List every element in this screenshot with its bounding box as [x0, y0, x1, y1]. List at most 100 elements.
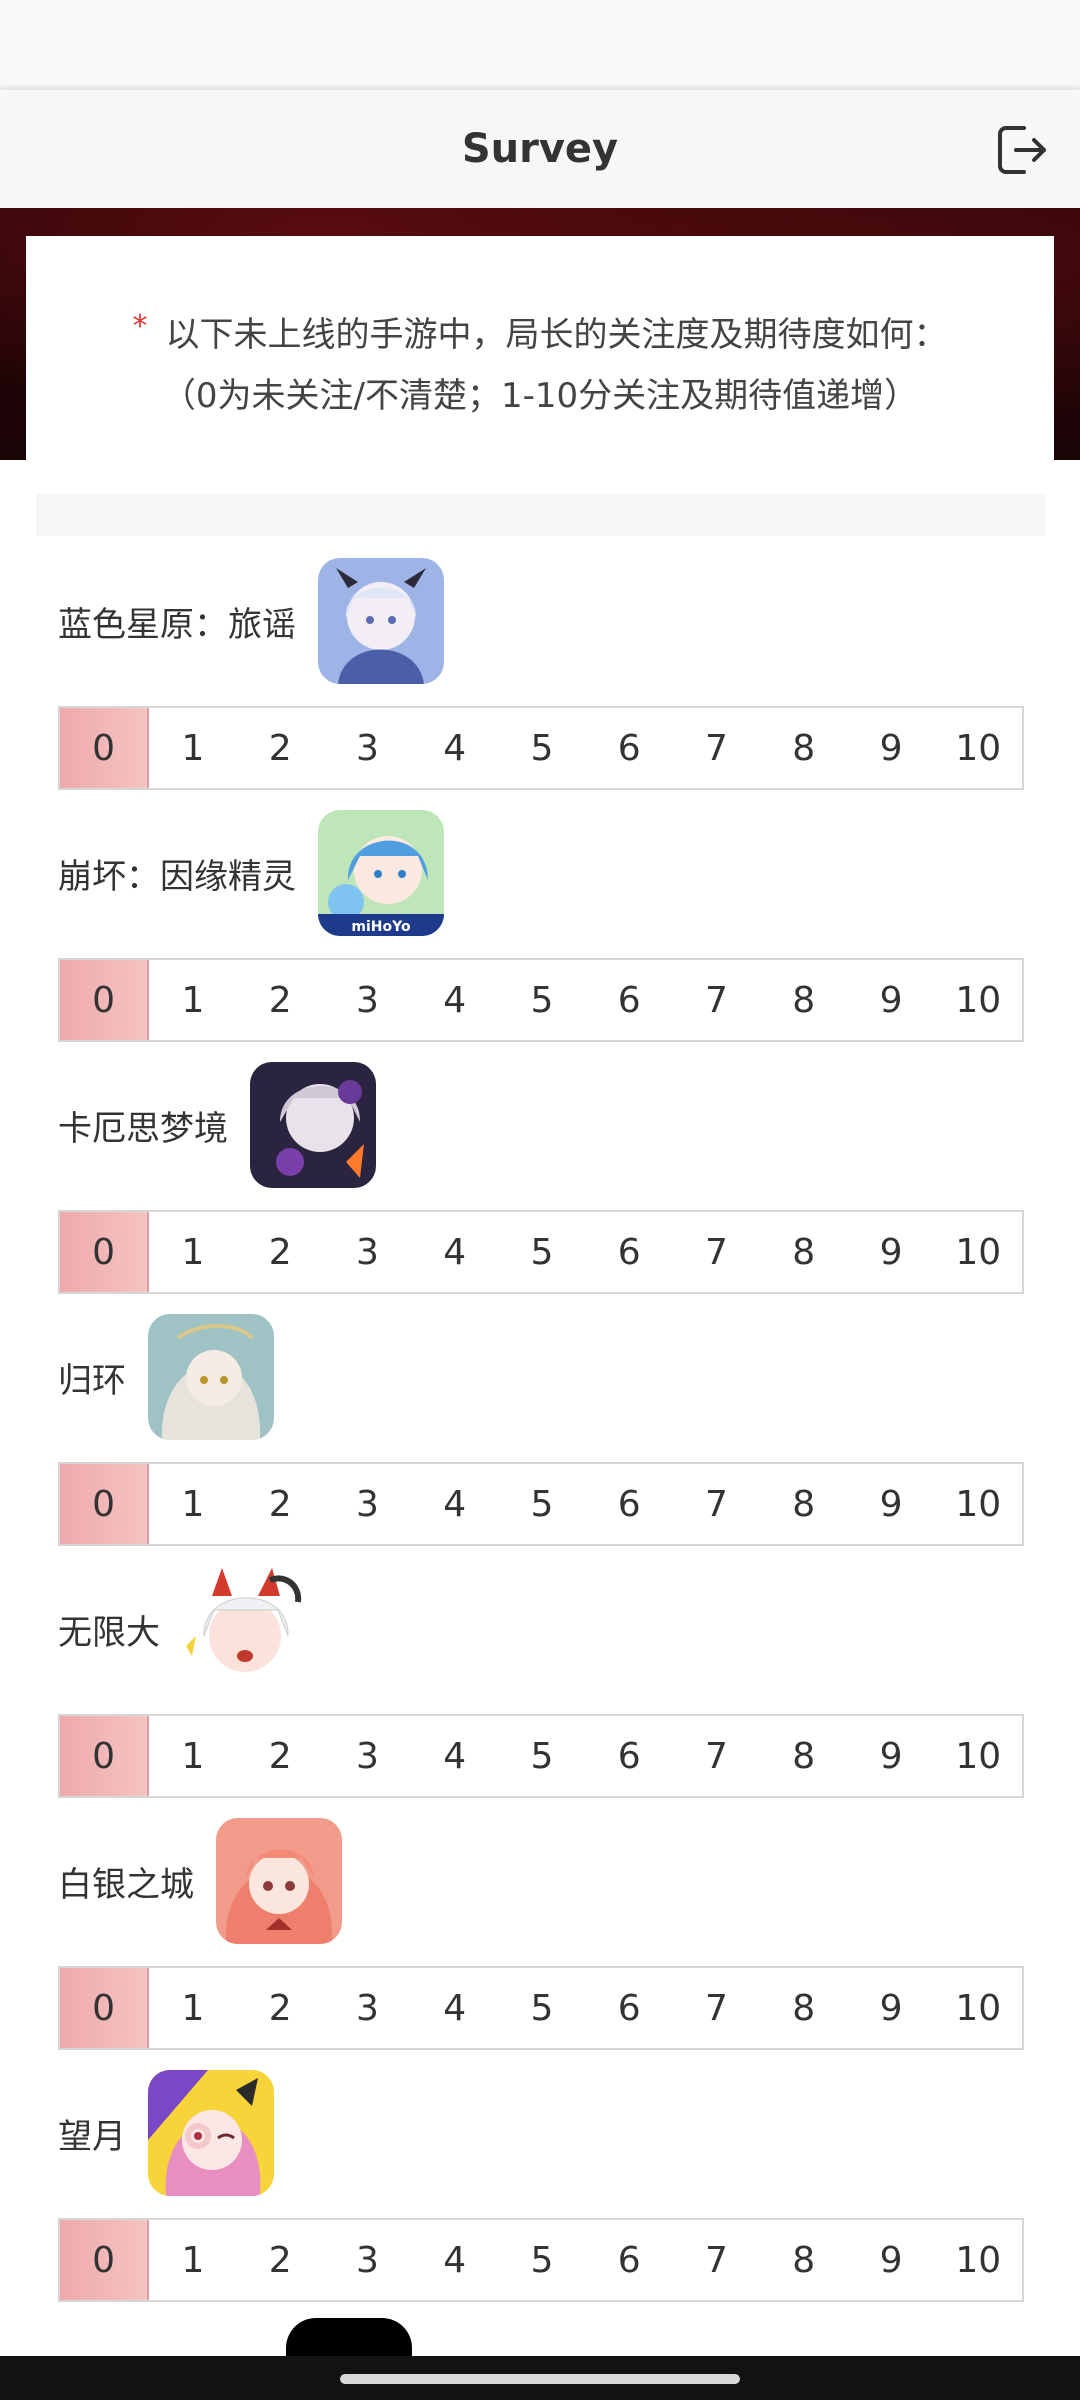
- game-row: 卡厄思梦境: [58, 1062, 376, 1188]
- rating-option-2[interactable]: 2: [237, 1212, 324, 1292]
- rating-option-7[interactable]: 7: [673, 1716, 760, 1796]
- rating-option-5[interactable]: 5: [498, 1968, 585, 2048]
- rating-option-1[interactable]: 1: [149, 1464, 236, 1544]
- rating-option-0[interactable]: 0: [60, 1716, 150, 1796]
- question-note: （0为未关注/不清楚；1-10分关注及期待值递增）: [161, 376, 919, 416]
- rating-option-5[interactable]: 5: [498, 708, 585, 788]
- rating-option-1[interactable]: 1: [149, 1716, 236, 1796]
- rating-option-8[interactable]: 8: [760, 708, 847, 788]
- rating-option-3[interactable]: 3: [324, 1464, 411, 1544]
- game-name: 崩坏：因缘精灵: [58, 856, 296, 897]
- rating-option-3[interactable]: 3: [324, 2220, 411, 2300]
- rating-option-10[interactable]: 10: [935, 708, 1022, 788]
- rating-option-7[interactable]: 7: [673, 708, 760, 788]
- rating-option-5[interactable]: 5: [498, 1212, 585, 1292]
- game-row: 崩坏：因缘精灵 miHoYo: [58, 810, 444, 936]
- rating-option-10[interactable]: 10: [935, 960, 1022, 1040]
- system-nav-bar: [0, 2356, 1080, 2400]
- rating-option-2[interactable]: 2: [237, 2220, 324, 2300]
- rating-option-6[interactable]: 6: [586, 2220, 673, 2300]
- game-name: 白银之城: [58, 1864, 194, 1905]
- rating-option-9[interactable]: 9: [847, 1212, 934, 1292]
- home-indicator[interactable]: [340, 2374, 740, 2384]
- rating-option-8[interactable]: 8: [760, 2220, 847, 2300]
- rating-option-6[interactable]: 6: [586, 1212, 673, 1292]
- rating-option-5[interactable]: 5: [498, 1464, 585, 1544]
- rating-option-0[interactable]: 0: [60, 1968, 150, 2048]
- rating-option-8[interactable]: 8: [760, 1716, 847, 1796]
- rating-option-0[interactable]: 0: [60, 1212, 150, 1292]
- rating-scale: 0 1 2 3 4 5 6 7 8 9 10: [58, 1714, 1024, 1798]
- rating-option-6[interactable]: 6: [586, 1716, 673, 1796]
- question-title: * 以下未上线的手游中，局长的关注度及期待度如何：: [62, 294, 1018, 368]
- rating-scale: 0 1 2 3 4 5 6 7 8 9 10: [58, 1462, 1024, 1546]
- rating-option-6[interactable]: 6: [586, 960, 673, 1040]
- rating-option-1[interactable]: 1: [149, 1212, 236, 1292]
- rating-option-6[interactable]: 6: [586, 708, 673, 788]
- logout-button[interactable]: [992, 120, 1052, 180]
- rating-option-3[interactable]: 3: [324, 1212, 411, 1292]
- rating-option-2[interactable]: 2: [237, 1716, 324, 1796]
- rating-option-1[interactable]: 1: [149, 960, 236, 1040]
- rating-scale: 0 1 2 3 4 5 6 7 8 9 10: [58, 2218, 1024, 2302]
- required-mark: *: [132, 309, 148, 344]
- rating-option-10[interactable]: 10: [935, 2220, 1022, 2300]
- rating-scale: 0 1 2 3 4 5 6 7 8 9 10: [58, 1966, 1024, 2050]
- rating-option-4[interactable]: 4: [411, 2220, 498, 2300]
- rating-option-0[interactable]: 0: [60, 1464, 150, 1544]
- rating-option-10[interactable]: 10: [935, 1968, 1022, 2048]
- rating-option-5[interactable]: 5: [498, 1716, 585, 1796]
- rating-option-2[interactable]: 2: [237, 1464, 324, 1544]
- rating-option-10[interactable]: 10: [935, 1716, 1022, 1796]
- rating-option-3[interactable]: 3: [324, 1716, 411, 1796]
- rating-scale: 0 1 2 3 4 5 6 7 8 9 10: [58, 958, 1024, 1042]
- rating-option-9[interactable]: 9: [847, 1464, 934, 1544]
- game-row: 蓝色星原：旅谣: [58, 558, 444, 684]
- rating-option-4[interactable]: 4: [411, 708, 498, 788]
- rating-option-4[interactable]: 4: [411, 1212, 498, 1292]
- rating-option-3[interactable]: 3: [324, 708, 411, 788]
- rating-option-2[interactable]: 2: [237, 708, 324, 788]
- game-row: 归环: [58, 1314, 274, 1440]
- rating-option-7[interactable]: 7: [673, 960, 760, 1040]
- game-row: 望月: [58, 2070, 274, 2196]
- rating-option-4[interactable]: 4: [411, 960, 498, 1040]
- rating-option-10[interactable]: 10: [935, 1464, 1022, 1544]
- rating-option-5[interactable]: 5: [498, 2220, 585, 2300]
- rating-option-6[interactable]: 6: [586, 1968, 673, 2048]
- question-card: * 以下未上线的手游中，局长的关注度及期待度如何： （0为未关注/不清楚；1-10…: [26, 236, 1054, 460]
- rating-option-7[interactable]: 7: [673, 1968, 760, 2048]
- rating-option-3[interactable]: 3: [324, 960, 411, 1040]
- game-name: 归环: [58, 1360, 126, 1401]
- rating-option-7[interactable]: 7: [673, 1464, 760, 1544]
- rating-option-8[interactable]: 8: [760, 1212, 847, 1292]
- rating-option-4[interactable]: 4: [411, 1968, 498, 2048]
- rating-option-2[interactable]: 2: [237, 960, 324, 1040]
- rating-option-3[interactable]: 3: [324, 1968, 411, 2048]
- rating-option-6[interactable]: 6: [586, 1464, 673, 1544]
- rating-option-1[interactable]: 1: [149, 2220, 236, 2300]
- rating-option-5[interactable]: 5: [498, 960, 585, 1040]
- rating-option-4[interactable]: 4: [411, 1464, 498, 1544]
- rating-option-8[interactable]: 8: [760, 1968, 847, 2048]
- rating-option-0[interactable]: 0: [60, 2220, 150, 2300]
- rating-option-0[interactable]: 0: [60, 960, 150, 1040]
- rating-option-7[interactable]: 7: [673, 2220, 760, 2300]
- rating-option-1[interactable]: 1: [149, 1968, 236, 2048]
- rating-option-10[interactable]: 10: [935, 1212, 1022, 1292]
- rating-option-9[interactable]: 9: [847, 960, 934, 1040]
- rating-option-9[interactable]: 9: [847, 708, 934, 788]
- rating-option-4[interactable]: 4: [411, 1716, 498, 1796]
- rating-option-8[interactable]: 8: [760, 1464, 847, 1544]
- rating-option-8[interactable]: 8: [760, 960, 847, 1040]
- rating-option-2[interactable]: 2: [237, 1968, 324, 2048]
- game-row: 无限大: [58, 1566, 308, 1692]
- rating-option-9[interactable]: 9: [847, 1968, 934, 2048]
- rating-option-0[interactable]: 0: [60, 708, 150, 788]
- rating-option-9[interactable]: 9: [847, 1716, 934, 1796]
- rating-option-9[interactable]: 9: [847, 2220, 934, 2300]
- game-icon-guihuan: [148, 1314, 274, 1440]
- rating-option-7[interactable]: 7: [673, 1212, 760, 1292]
- game-name: 蓝色星原：旅谣: [58, 604, 296, 645]
- rating-option-1[interactable]: 1: [149, 708, 236, 788]
